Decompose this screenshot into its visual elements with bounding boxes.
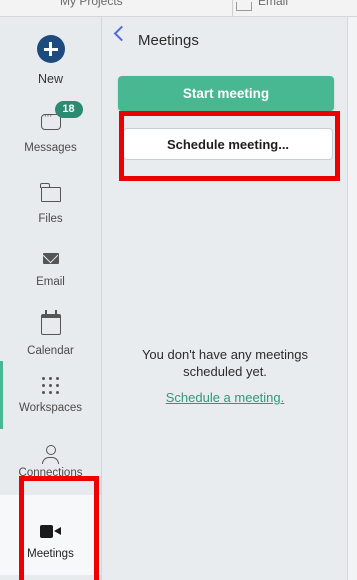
start-meeting-button[interactable]: Start meeting (118, 76, 334, 111)
tab-email[interactable]: Email (258, 0, 288, 8)
left-nav-rail: New 18 Messages Files Email Calendar Wor… (0, 17, 102, 580)
rail-item-files[interactable]: Files (0, 183, 101, 225)
grid-dots-icon (41, 377, 60, 395)
chat-icon (40, 110, 61, 130)
rail-label-calendar: Calendar (27, 345, 74, 357)
back-chevron-icon[interactable] (113, 25, 130, 42)
tab-my-projects[interactable]: My Projects (60, 0, 123, 8)
tab-divider (232, 0, 233, 16)
schedule-meeting-button[interactable]: Schedule meeting... (123, 128, 333, 160)
right-edge-panel (347, 17, 357, 580)
folder-icon (39, 183, 61, 202)
rail-item-messages[interactable]: 18 Messages (0, 101, 101, 154)
top-tab-strip: My Projects Email (0, 0, 357, 17)
envelope-icon (42, 253, 59, 264)
rail-item-email[interactable]: Email (0, 253, 101, 288)
panel-header: Meetings (102, 17, 347, 61)
rail-item-calendar[interactable]: Calendar (0, 310, 101, 357)
unread-badge: 18 (54, 101, 83, 118)
rail-item-new[interactable]: New (0, 35, 101, 86)
rail-label-connections: Connections (18, 467, 83, 479)
calendar-icon (40, 310, 61, 335)
rail-label-meetings: Meetings (27, 548, 74, 560)
inbox-icon (236, 2, 252, 11)
rail-label-email: Email (36, 276, 65, 288)
rail-label-workspaces: Workspaces (18, 402, 83, 414)
schedule-meeting-link[interactable]: Schedule a meeting. (112, 390, 338, 405)
rail-item-workspaces[interactable]: Workspaces (0, 377, 101, 414)
meetings-panel: Meetings Start meeting Schedule meeting.… (102, 17, 347, 580)
rail-label-new: New (37, 72, 63, 86)
plus-circle-icon (36, 35, 65, 63)
page-title: Meetings (138, 32, 199, 49)
person-icon (41, 445, 60, 465)
empty-state-message: You don't have any meetings scheduled ye… (141, 347, 309, 379)
rail-item-meetings[interactable]: Meetings (0, 495, 101, 575)
rail-item-connections[interactable]: Connections (0, 445, 101, 485)
video-camera-icon (39, 525, 62, 538)
rail-label-messages: Messages (24, 142, 77, 154)
rail-label-files: Files (38, 213, 63, 225)
